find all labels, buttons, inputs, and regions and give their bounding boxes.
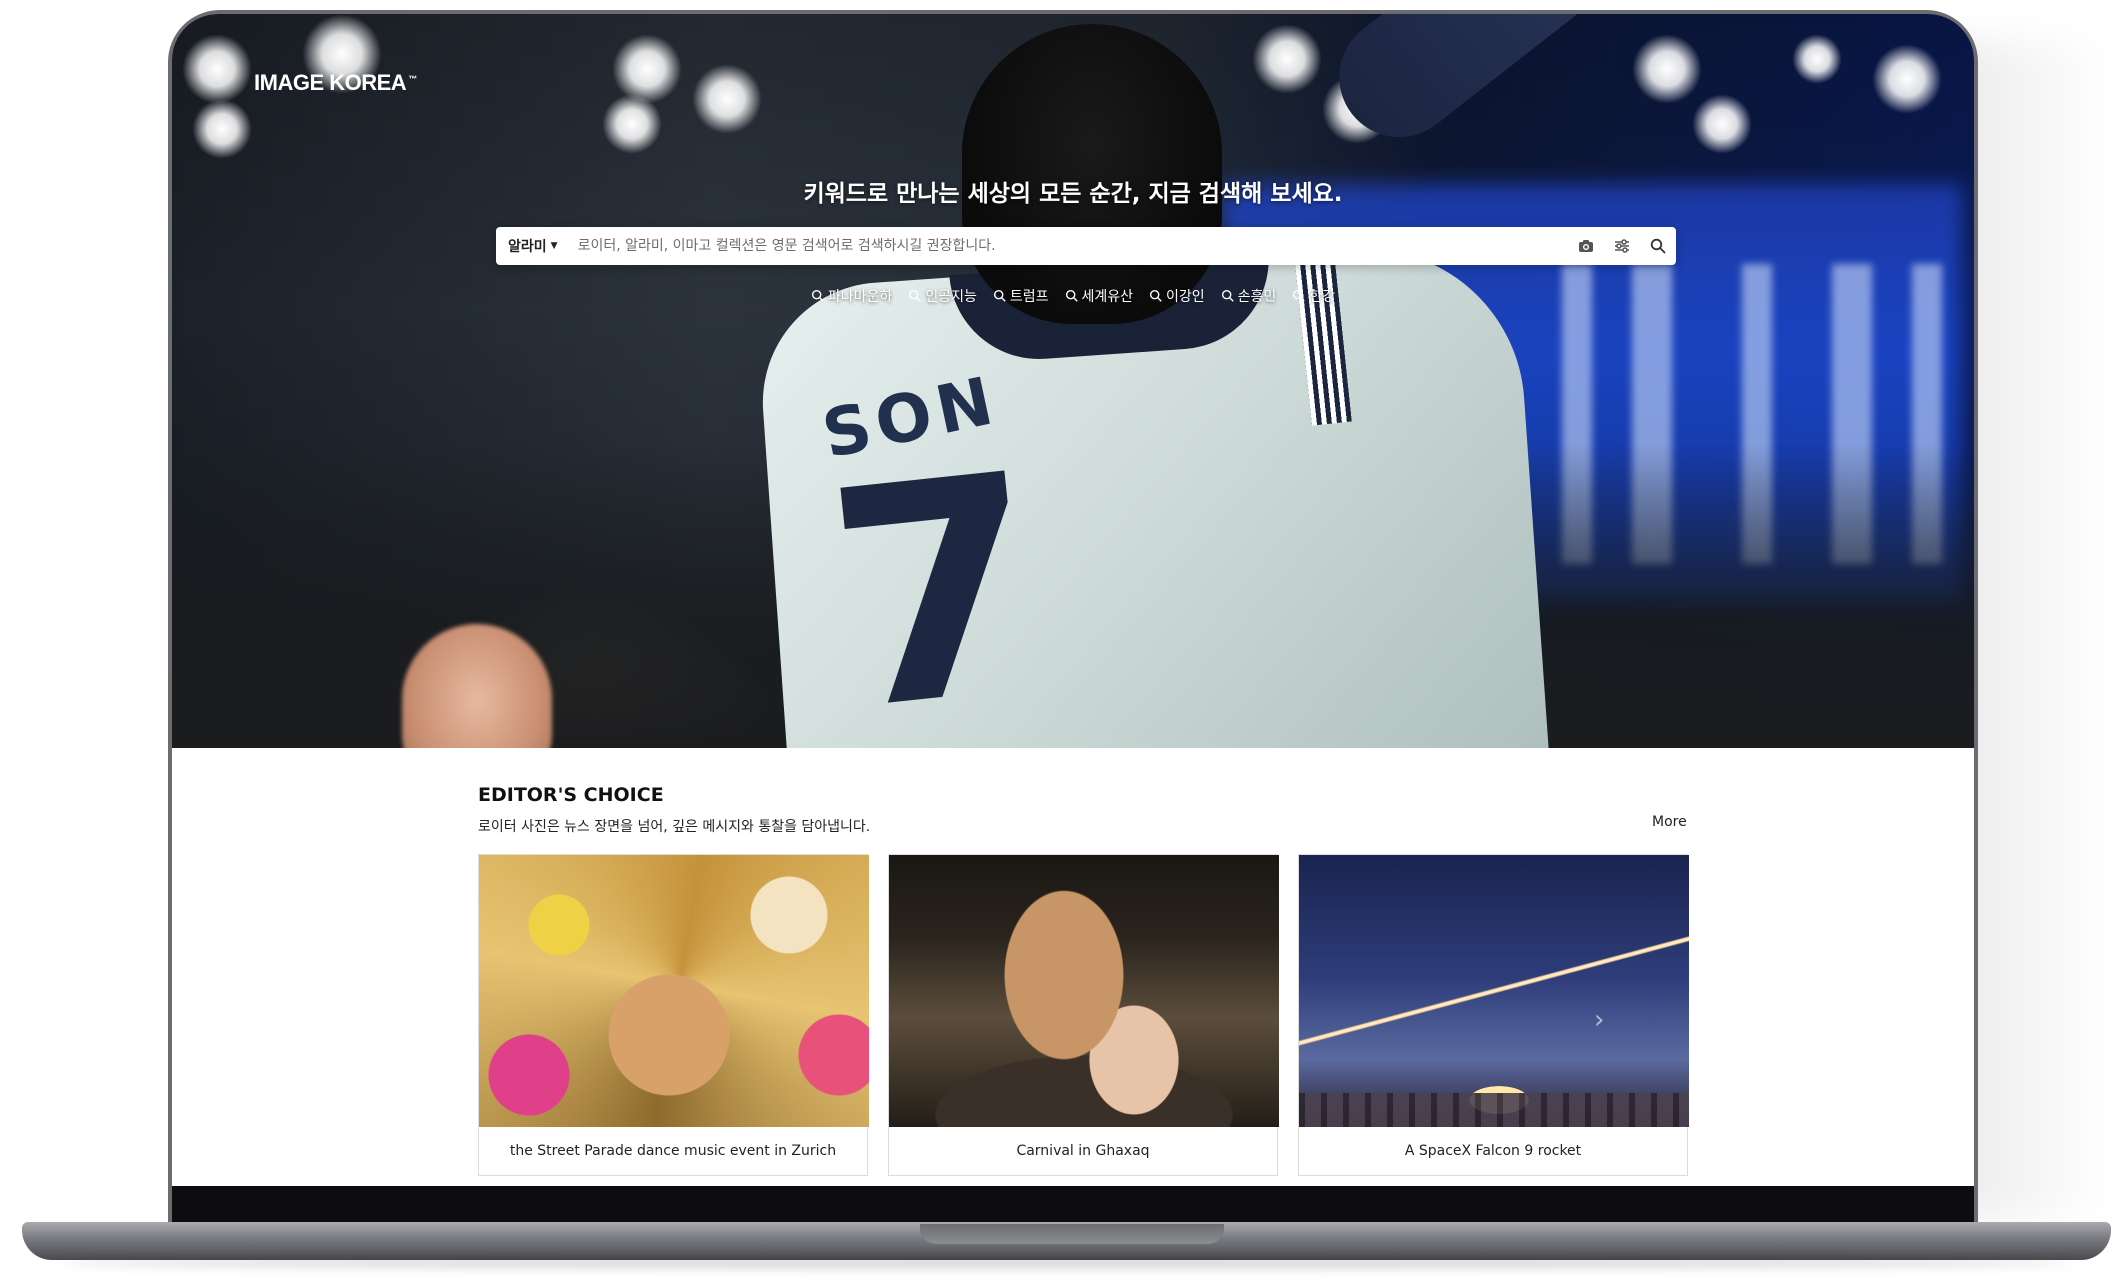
trending-keyword-label: 세계유산	[1081, 289, 1134, 305]
camera-icon[interactable]	[1568, 227, 1604, 265]
stadium-light	[692, 64, 762, 134]
trending-keyword[interactable]: 세계유산	[1065, 286, 1134, 306]
card-caption: Carnival in Ghaxaq	[1016, 1143, 1150, 1159]
trending-keyword-label: 트럼프	[1009, 289, 1049, 305]
stadium-light	[192, 99, 252, 159]
card-image[interactable]: ›	[1299, 855, 1689, 1127]
search-icon[interactable]	[1640, 227, 1676, 265]
collection-selected: 알라미	[508, 239, 547, 255]
jersey-number: 7	[814, 409, 1059, 748]
search-icon	[811, 289, 824, 302]
stadium-light	[182, 34, 252, 104]
logo-trademark: ™	[408, 73, 417, 84]
stadium-light	[1792, 34, 1842, 84]
search-icon	[909, 289, 922, 302]
editors-choice-section: EDITOR'S CHOICE 로이터 사진은 뉴스 장면을 넘어, 깊은 메시…	[172, 748, 1974, 1186]
stadium-light	[1872, 44, 1942, 114]
section-title: EDITOR'S CHOICE	[478, 784, 664, 806]
hero-tagline: 키워드로 만나는 세상의 모든 순간, 지금 검색해 보세요.	[803, 181, 1343, 207]
trending-keyword[interactable]: 인공지능	[908, 286, 977, 306]
card-image[interactable]	[479, 855, 869, 1127]
more-link[interactable]: More	[1652, 814, 1687, 830]
trending-keyword-label: 한강	[1309, 289, 1336, 305]
filter-icon[interactable]	[1604, 227, 1640, 265]
photo-card[interactable]: Carnival in Ghaxaq	[888, 854, 1279, 1176]
trending-keyword[interactable]: 손흥민	[1221, 286, 1277, 306]
search-icon	[993, 289, 1006, 302]
trending-keyword[interactable]: 파나마운하	[811, 286, 892, 306]
card-caption: A SpaceX Falcon 9 rocket	[1404, 1143, 1582, 1159]
trending-keyword-label: 인공지능	[925, 289, 977, 305]
trending-keywords: 파나마운하 인공지능 트럼프 세계유산 이강인 손흥민 한강	[172, 286, 1974, 306]
trending-keyword-label: 손흥민	[1237, 289, 1277, 305]
chevron-right-icon[interactable]: ›	[1594, 1005, 1604, 1035]
site-logo[interactable]: IMAGE KOREA ™	[254, 70, 417, 96]
search-icon	[1065, 289, 1078, 302]
stadium-light	[1252, 24, 1322, 94]
trending-keyword[interactable]: 이강인	[1149, 286, 1205, 306]
stadium-light	[602, 94, 662, 154]
stadium-light	[612, 34, 682, 104]
stadium-light	[1632, 34, 1702, 104]
trending-keyword[interactable]: 트럼프	[993, 286, 1049, 306]
search-bar: 알라미 ▼	[496, 227, 1676, 265]
search-icon	[1221, 289, 1234, 302]
photo-card[interactable]: the Street Parade dance music event in Z…	[478, 854, 869, 1176]
card-caption: the Street Parade dance music event in Z…	[509, 1143, 837, 1159]
launch-viewers	[1299, 1093, 1689, 1127]
camera-icon-svg	[1579, 240, 1593, 252]
stadium-light	[1692, 94, 1752, 154]
laptop-base-shadow	[60, 1258, 2070, 1268]
laptop-screen: SON 7 IMAGE KOREA ™ 키워드로 만나는 세상의 모든 순간, 지…	[172, 14, 1974, 1186]
search-input[interactable]	[571, 227, 1568, 265]
filter-icon-svg	[1615, 239, 1629, 253]
search-icon-svg	[1650, 238, 1666, 254]
section-subtitle: 로이터 사진은 뉴스 장면을 넘어, 깊은 메시지와 통찰을 담아냅니다.	[478, 819, 871, 835]
hero-banner: SON 7 IMAGE KOREA ™ 키워드로 만나는 세상의 모든 순간, 지…	[172, 14, 1974, 748]
search-icon	[1293, 289, 1306, 302]
laptop-base-notch	[920, 1224, 1224, 1244]
card-image[interactable]	[889, 855, 1279, 1127]
trending-keyword-label: 이강인	[1166, 289, 1205, 305]
photo-card[interactable]: › A SpaceX Falcon 9 rocket	[1298, 854, 1689, 1176]
trending-keyword[interactable]: 한강	[1292, 286, 1335, 306]
caret-down-icon: ▼	[550, 241, 558, 251]
collection-dropdown[interactable]: 알라미 ▼	[496, 227, 572, 265]
laptop-screen-edge	[172, 1186, 1974, 1224]
logo-text: IMAGE KOREA	[254, 70, 407, 95]
trending-keyword-label: 파나마운하	[827, 289, 893, 305]
search-icon	[1149, 289, 1162, 302]
